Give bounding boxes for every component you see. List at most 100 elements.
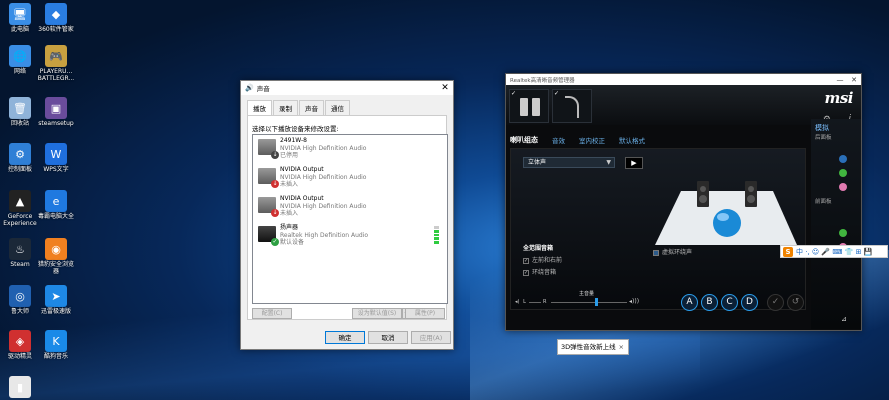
minimize-icon[interactable]: — — [833, 76, 847, 84]
promo-tooltip[interactable]: 3D弹性音效新上线 × — [557, 339, 629, 355]
desktop-icon[interactable]: W WPS文字 — [36, 143, 76, 173]
close-icon[interactable]: ✕ — [847, 76, 861, 84]
tab-communications[interactable]: 通信 — [325, 100, 350, 115]
desktop-icon[interactable]: ♨ Steam — [0, 238, 40, 268]
device-driver: Realtek High Definition Audio — [280, 231, 369, 239]
desktop-icon[interactable]: ⚙ 控制面板 — [0, 143, 40, 173]
device-status: 默认设备 — [280, 239, 305, 246]
desktop-icon-label: 回收站 — [10, 120, 29, 127]
speaker-config-select[interactable]: 立体声 ▼ — [523, 157, 615, 168]
device-status: 未插入 — [280, 181, 299, 188]
volume-control: ◂) L — [515, 299, 526, 305]
set-default-button[interactable]: 设为默认值(S) — [352, 308, 402, 319]
checkbox-icon: ✓ — [523, 269, 529, 276]
steam-icon: ♨ — [9, 238, 31, 260]
desktop-icon[interactable]: ▣ steamsetup — [36, 97, 76, 127]
instruction-text: 选择以下播放设备来修改设置: — [252, 125, 339, 133]
close-icon[interactable]: ✕ — [437, 83, 453, 93]
apply-button[interactable]: 应用(A) — [411, 331, 451, 344]
speaker-icon — [520, 98, 528, 116]
surround-checkbox[interactable]: ✓ 环绕音箱 — [523, 267, 556, 276]
desktop-icon[interactable]: ▲ GeForce Experience — [0, 190, 40, 227]
round-button-b[interactable]: B — [701, 294, 718, 311]
kugou-icon: K — [45, 330, 67, 352]
desktop-icon[interactable]: ◎ 鲁大师 — [0, 285, 40, 315]
desktop-icon-label: 鲁大师 — [10, 308, 29, 315]
tab-recording[interactable]: 录制 — [273, 100, 298, 115]
desktop-icon[interactable]: ◉ 猎豹安全浏览器 — [36, 238, 76, 275]
tab-default-format[interactable]: 默认格式 — [619, 135, 645, 145]
device-item-default[interactable]: ✓ 扬声器 Realtek High Definition Audio 默认设备 — [256, 224, 444, 252]
jack-pink-icon[interactable] — [839, 183, 847, 191]
desktop-icon-label: 酷狗音乐 — [43, 353, 68, 360]
speakers-thumb[interactable]: ✓ — [509, 89, 549, 123]
tab-playback[interactable]: 播放 — [247, 100, 272, 116]
device-driver: NVIDIA High Definition Audio — [280, 144, 367, 152]
desktop-icon-label: 网络 — [13, 68, 26, 75]
confirm-icon[interactable]: ✓ — [767, 294, 784, 311]
driver-icon: ◈ — [9, 330, 31, 352]
main-volume-label: 主音量 — [579, 291, 595, 297]
ok-button[interactable]: 确定 — [325, 331, 365, 344]
desktop-icon[interactable]: ◈ 驱动精灵 — [0, 330, 40, 360]
desktop-icon[interactable]: e 毒霸电脑大全 — [36, 190, 76, 220]
check-icon: ✓ — [271, 238, 279, 246]
device-name: NVIDIA Output — [280, 195, 324, 202]
desktop-icon[interactable]: K 酷狗音乐 — [36, 330, 76, 360]
thunder-icon: ➤ — [45, 285, 67, 307]
configure-button[interactable]: 配置(C) — [252, 308, 292, 319]
virtual-surround-checkbox[interactable]: 虚拟环绕声 — [653, 247, 692, 256]
virtual-surround-label: 虚拟环绕声 — [662, 249, 693, 256]
desktop-icon-label: GeForce Experience — [3, 213, 37, 227]
device-item[interactable]: ↓ 2491W-8 NVIDIA High Definition Audio 已… — [256, 137, 444, 165]
desktop-icon[interactable]: 🎮 PLAYERU... BATTLEGR... — [36, 45, 76, 82]
desktop-icon[interactable]: 🗑 回收站 — [0, 97, 40, 127]
close-icon[interactable]: × — [619, 340, 624, 354]
play-button[interactable]: ▶ — [625, 157, 643, 169]
main-volume-slider[interactable] — [551, 302, 627, 303]
installer-icon: ▣ — [45, 97, 67, 119]
monitor-speaker-icon: ↓ — [258, 139, 279, 159]
device-driver: NVIDIA High Definition Audio — [280, 202, 367, 210]
round-button-c[interactable]: C — [721, 294, 738, 311]
folder-icon[interactable]: ⊿ — [841, 315, 847, 323]
properties-button[interactable]: 属性(P) — [405, 308, 445, 319]
desktop-icon[interactable]: ➤ 迅雷极速版 — [36, 285, 76, 315]
fullrange-title: 全范围音箱 — [523, 245, 554, 252]
front-left-speaker-icon — [697, 181, 709, 207]
disabled-arrow-icon: ↓ — [271, 151, 279, 159]
round-button-a[interactable]: A — [681, 294, 698, 311]
side-title: 模拟 — [815, 124, 829, 132]
speaker-device-icon: ✓ — [258, 226, 279, 246]
reset-icon[interactable]: ↺ — [787, 294, 804, 311]
slider-thumb[interactable] — [595, 298, 598, 306]
fullrange-front-checkbox[interactable]: ✓ 左前和右前 — [523, 255, 562, 264]
device-item[interactable]: ↓ NVIDIA Output NVIDIA High Definition A… — [256, 195, 444, 223]
ime-toolbar[interactable]: S 中 ·, ☺ 🎤 ⌨ 👕 ⊞ 💾 — [780, 245, 888, 258]
tab-sounds[interactable]: 声音 — [299, 100, 324, 115]
desktop-icon[interactable]: 🖥 此电脑 — [0, 3, 40, 33]
desktop-icon-label: 控制面板 — [7, 166, 32, 173]
ime-items[interactable]: 中 ·, ☺ 🎤 ⌨ 👕 ⊞ 💾 — [796, 247, 872, 257]
device-item[interactable]: ↓ NVIDIA Output NVIDIA High Definition A… — [256, 166, 444, 194]
cancel-button[interactable]: 取消 — [368, 331, 408, 344]
jack-front-green-icon[interactable] — [839, 229, 847, 237]
realtek-tabs: 喇叭组态 音效 室内校正 默认格式 — [510, 134, 806, 146]
desktop-icon-label: 驱动精灵 — [7, 353, 32, 360]
desktop-icon[interactable]: 🌐 网络 — [0, 45, 40, 75]
desktop-icon-label: 猎豹安全浏览器 — [37, 261, 74, 275]
desktop-icon[interactable]: ▮ — [0, 376, 40, 399]
round-button-d[interactable]: D — [741, 294, 758, 311]
desktop-icon-label: WPS文字 — [43, 166, 69, 173]
desktop-icon[interactable]: ◆ 360软件管家 — [36, 3, 76, 33]
speaker-icon: 🔊 — [245, 84, 254, 92]
jack-blue-icon[interactable] — [839, 155, 847, 163]
monitor-speaker-icon: ↓ — [258, 168, 279, 188]
microphone-thumb[interactable]: ✓ — [552, 89, 592, 123]
tab-sound-effects[interactable]: 音效 — [552, 135, 565, 145]
ime-logo-icon[interactable]: S — [783, 246, 793, 257]
tab-speaker-config[interactable]: 喇叭组态 — [510, 135, 538, 145]
balance-slider[interactable] — [529, 302, 541, 303]
jack-green-icon[interactable] — [839, 169, 847, 177]
tab-room-correction[interactable]: 室内校正 — [579, 135, 605, 145]
